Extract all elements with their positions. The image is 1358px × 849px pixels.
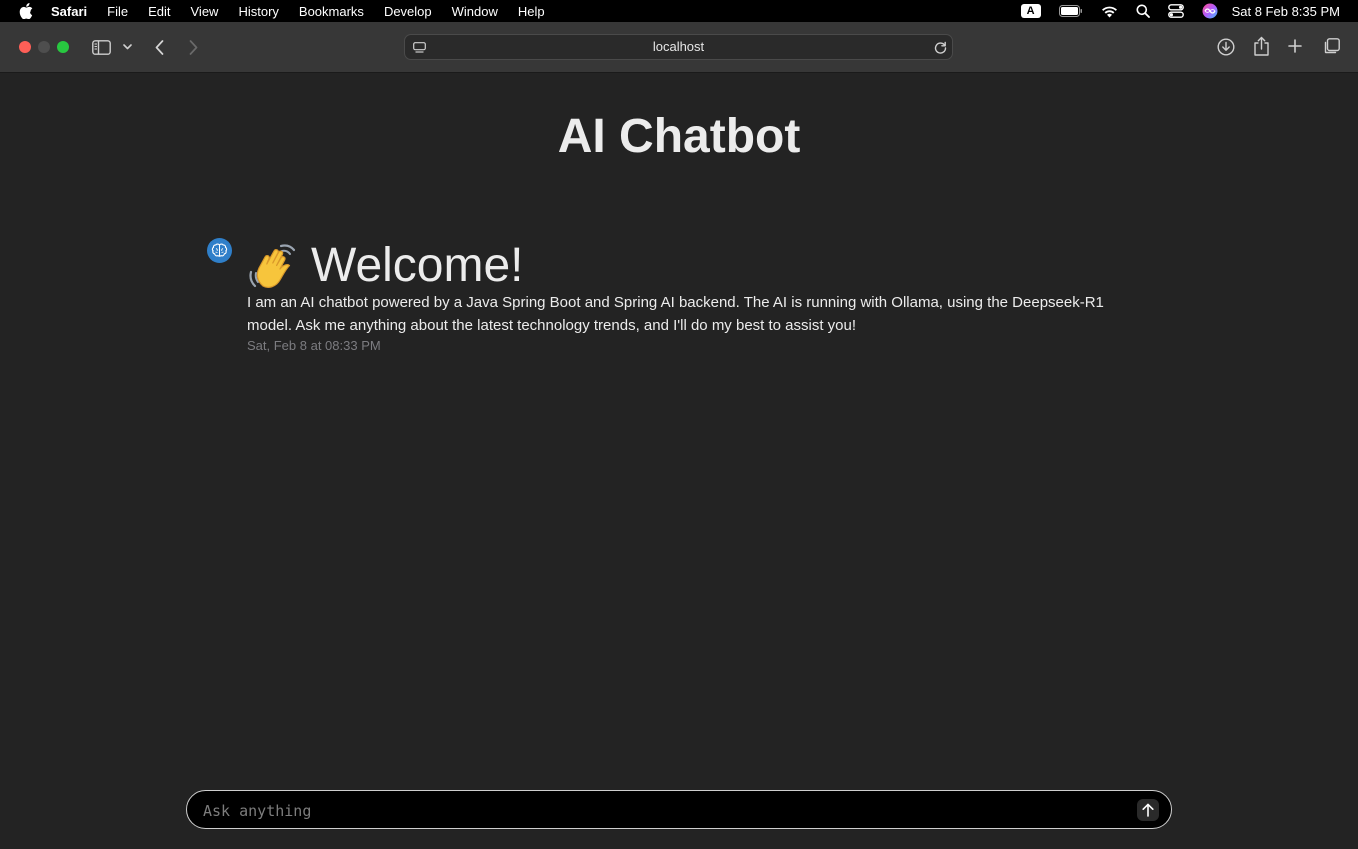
- menu-view[interactable]: View: [191, 4, 219, 19]
- chat-input-container: [186, 790, 1172, 830]
- tab-overview-icon: [1324, 37, 1340, 53]
- arrow-up-icon: [1142, 803, 1154, 817]
- reload-button[interactable]: [933, 40, 947, 54]
- plus-icon: [1288, 39, 1302, 53]
- download-icon: [1217, 38, 1235, 56]
- window-close-button[interactable]: [19, 41, 31, 53]
- message-heading-text: Welcome!: [311, 239, 524, 292]
- share-button[interactable]: [1252, 35, 1270, 57]
- battery-icon[interactable]: [1058, 5, 1083, 17]
- chevron-right-icon: [189, 39, 197, 55]
- window-zoom-button[interactable]: [57, 41, 69, 53]
- input-source-badge: A: [1020, 4, 1041, 18]
- browser-toolbar: localhost: [0, 22, 1358, 73]
- tab-group-chevron-button[interactable]: [120, 41, 134, 53]
- chat-input[interactable]: [201, 791, 1105, 830]
- address-url: localhost: [652, 39, 705, 54]
- control-center-icon[interactable]: [1167, 4, 1184, 18]
- sidebar-icon: [91, 39, 111, 55]
- message-body: I am an AI chatbot powered by a Java Spr…: [247, 294, 1104, 334]
- menu-history[interactable]: History: [238, 4, 278, 19]
- siri-icon[interactable]: [1202, 3, 1218, 19]
- share-icon: [1253, 36, 1269, 56]
- menu-bar: Safari File Edit View History Bookmarks …: [0, 0, 1358, 22]
- brain-icon: [211, 243, 228, 257]
- message-heading: Welcome!: [247, 236, 524, 296]
- menu-file[interactable]: File: [107, 4, 128, 19]
- spotlight-search-icon[interactable]: [1136, 4, 1150, 18]
- waving-hand-icon: [247, 242, 299, 290]
- sidebar-toggle-button[interactable]: [91, 38, 111, 56]
- window-minimize-button[interactable]: [38, 41, 50, 53]
- reload-icon: [934, 41, 946, 54]
- bot-avatar: [207, 238, 232, 263]
- address-bar[interactable]: localhost: [404, 34, 953, 60]
- chevron-down-icon: [122, 44, 132, 50]
- menu-clock[interactable]: Sat 8 Feb 8:35 PM: [1232, 4, 1340, 19]
- page-title: AI Chatbot: [557, 110, 801, 163]
- wifi-icon[interactable]: [1101, 5, 1118, 18]
- status-area: A Sat 8 Feb 8:35 PM: [1003, 0, 1340, 22]
- apple-icon[interactable]: [18, 3, 34, 19]
- forward-button[interactable]: [184, 37, 202, 57]
- tab-overview-button[interactable]: [1322, 37, 1340, 55]
- chevron-left-icon: [155, 39, 163, 55]
- downloads-button[interactable]: [1216, 37, 1236, 57]
- menu-app-name[interactable]: Safari: [51, 4, 87, 19]
- menu-window[interactable]: Window: [452, 4, 498, 19]
- menu-edit[interactable]: Edit: [148, 4, 170, 19]
- message-timestamp: Sat, Feb 8 at 08:33 PM: [247, 338, 381, 353]
- menu-develop[interactable]: Develop: [384, 4, 432, 19]
- input-source-menu[interactable]: A: [1020, 4, 1041, 18]
- back-button[interactable]: [150, 37, 168, 57]
- menu-help[interactable]: Help: [518, 4, 545, 19]
- menu-bookmarks[interactable]: Bookmarks: [299, 4, 364, 19]
- send-button[interactable]: [1137, 799, 1159, 821]
- new-tab-button[interactable]: [1287, 38, 1303, 54]
